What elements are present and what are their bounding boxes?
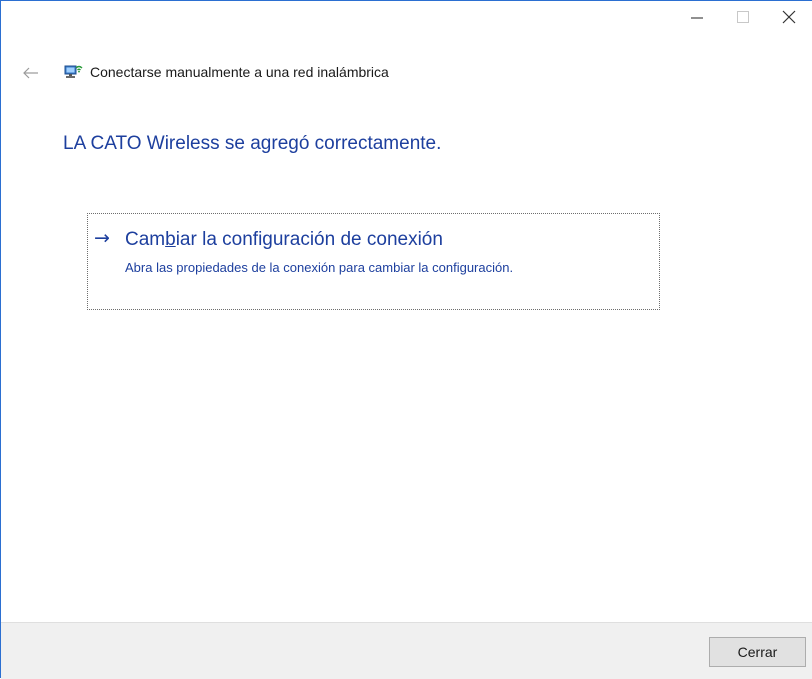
command-link-title: Cambiar la configuración de conexión	[125, 229, 443, 250]
caption-buttons	[674, 1, 812, 33]
success-heading: LA CATO Wireless se agregó correctamente…	[63, 133, 442, 154]
maximize-icon	[720, 1, 766, 33]
close-icon[interactable]	[766, 1, 812, 33]
minimize-icon[interactable]	[674, 1, 720, 33]
close-button[interactable]: Cerrar	[709, 637, 806, 667]
dialog-window: Conectarse manualmente a una red inalámb…	[0, 0, 812, 679]
command-link-description: Abra las propiedades de la conexión para…	[125, 260, 514, 275]
wireless-network-icon	[63, 62, 83, 82]
dialog-footer: Cerrar	[1, 622, 812, 679]
arrow-right-icon: →	[94, 227, 110, 249]
dialog-title: Conectarse manualmente a una red inalámb…	[90, 64, 389, 80]
header-row: Conectarse manualmente a una red inalámb…	[1, 59, 812, 87]
change-connection-settings-link[interactable]: → Cambiar la configuración de conexión A…	[87, 213, 660, 310]
back-arrow-icon[interactable]	[19, 63, 43, 83]
